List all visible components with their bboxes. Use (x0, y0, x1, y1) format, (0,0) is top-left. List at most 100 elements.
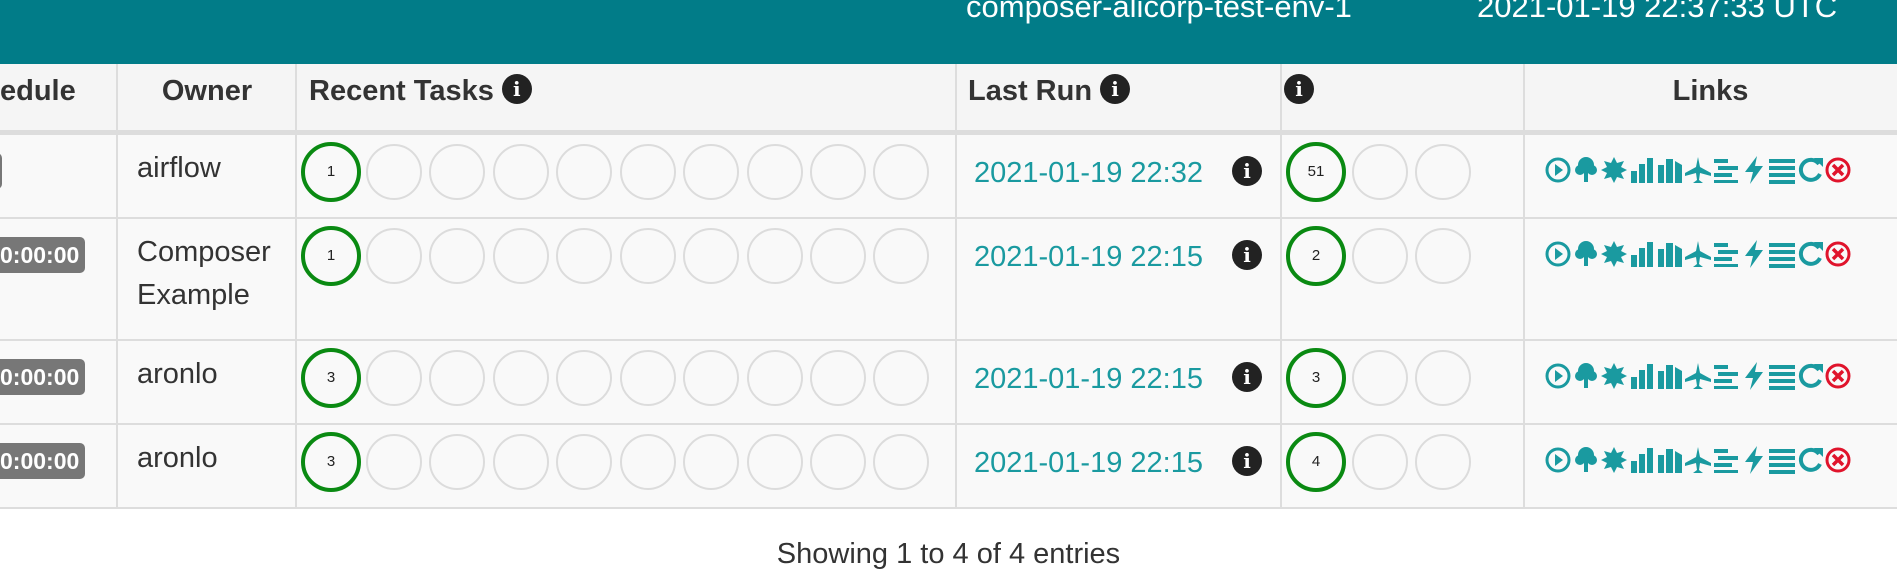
task-state-circle[interactable] (873, 434, 929, 490)
task-state-circle-success[interactable]: 3 (301, 348, 361, 408)
info-circle-icon[interactable]: i (1232, 240, 1262, 270)
task-state-circle[interactable] (556, 228, 612, 284)
task-state-circle[interactable] (683, 228, 739, 284)
task-state-circle[interactable] (683, 144, 739, 200)
task-state-circle[interactable] (366, 434, 422, 490)
schedule-column-header[interactable]: edule (0, 64, 110, 130)
dag-runs-column-header[interactable]: i (1284, 64, 1514, 130)
task-state-circle[interactable] (810, 228, 866, 284)
tries-chart-icon[interactable] (1628, 239, 1656, 269)
landing-times-icon[interactable] (1684, 445, 1712, 475)
task-state-circle[interactable] (810, 144, 866, 200)
task-state-circle[interactable] (620, 228, 676, 284)
gantt-icon[interactable] (1712, 155, 1740, 185)
recent-tasks-column-header[interactable]: Recent Tasks i (309, 64, 949, 130)
dag-run-circle[interactable] (1352, 434, 1408, 490)
trigger-dag-icon[interactable] (1544, 361, 1572, 391)
task-state-circle[interactable] (556, 434, 612, 490)
tree-view-icon[interactable] (1572, 155, 1600, 185)
info-circle-icon[interactable]: i (1100, 74, 1131, 105)
tree-view-icon[interactable] (1572, 445, 1600, 475)
refresh-icon[interactable] (1796, 239, 1824, 269)
task-state-circle[interactable] (366, 350, 422, 406)
dag-run-circle[interactable] (1415, 434, 1471, 490)
trigger-dag-icon[interactable] (1544, 445, 1572, 475)
duration-chart-icon[interactable] (1656, 361, 1684, 391)
dag-run-circle[interactable] (1352, 350, 1408, 406)
gantt-icon[interactable] (1712, 239, 1740, 269)
owner-column-header[interactable]: Owner (118, 64, 296, 130)
graph-view-icon[interactable] (1600, 361, 1628, 391)
trigger-dag-icon[interactable] (1544, 155, 1572, 185)
gantt-icon[interactable] (1712, 361, 1740, 391)
delete-icon[interactable] (1824, 239, 1852, 269)
dag-run-circle[interactable] (1352, 228, 1408, 284)
task-state-circle[interactable] (556, 144, 612, 200)
dag-run-circle[interactable] (1415, 144, 1471, 200)
duration-chart-icon[interactable] (1656, 155, 1684, 185)
tree-view-icon[interactable] (1572, 239, 1600, 269)
graph-view-icon[interactable] (1600, 155, 1628, 185)
task-state-circle[interactable] (873, 144, 929, 200)
task-state-circle[interactable] (493, 144, 549, 200)
logs-icon[interactable] (1768, 361, 1796, 391)
last-run-link[interactable]: 2021-01-19 22:32 (974, 157, 1203, 190)
dag-run-circle-success[interactable]: 2 (1286, 226, 1346, 286)
code-icon[interactable] (1740, 239, 1768, 269)
dag-run-circle[interactable] (1352, 144, 1408, 200)
last-run-column-header[interactable]: Last Run i (968, 64, 1278, 130)
task-state-circle[interactable] (683, 434, 739, 490)
graph-view-icon[interactable] (1600, 445, 1628, 475)
task-state-circle[interactable] (556, 350, 612, 406)
delete-icon[interactable] (1824, 155, 1852, 185)
task-state-circle[interactable] (810, 350, 866, 406)
task-state-circle-success[interactable]: 1 (301, 142, 361, 202)
task-state-circle[interactable] (810, 434, 866, 490)
duration-chart-icon[interactable] (1656, 445, 1684, 475)
refresh-icon[interactable] (1796, 361, 1824, 391)
landing-times-icon[interactable] (1684, 155, 1712, 185)
tries-chart-icon[interactable] (1628, 445, 1656, 475)
trigger-dag-icon[interactable] (1544, 239, 1572, 269)
code-icon[interactable] (1740, 445, 1768, 475)
code-icon[interactable] (1740, 361, 1768, 391)
info-circle-icon[interactable]: i (1232, 446, 1262, 476)
task-state-circle[interactable] (493, 350, 549, 406)
duration-chart-icon[interactable] (1656, 239, 1684, 269)
task-state-circle[interactable] (429, 350, 485, 406)
info-circle-icon[interactable]: i (1284, 74, 1314, 105)
code-icon[interactable] (1740, 155, 1768, 185)
landing-times-icon[interactable] (1684, 239, 1712, 269)
logs-icon[interactable] (1768, 239, 1796, 269)
task-state-circle[interactable] (620, 350, 676, 406)
task-state-circle[interactable] (747, 350, 803, 406)
logs-icon[interactable] (1768, 445, 1796, 475)
task-state-circle[interactable] (366, 144, 422, 200)
task-state-circle[interactable] (429, 434, 485, 490)
task-state-circle[interactable] (683, 350, 739, 406)
info-circle-icon[interactable]: i (1232, 362, 1262, 392)
info-circle-icon[interactable]: i (1232, 156, 1262, 186)
landing-times-icon[interactable] (1684, 361, 1712, 391)
tries-chart-icon[interactable] (1628, 361, 1656, 391)
delete-icon[interactable] (1824, 445, 1852, 475)
task-state-circle[interactable] (747, 228, 803, 284)
refresh-icon[interactable] (1796, 155, 1824, 185)
task-state-circle[interactable] (620, 144, 676, 200)
task-state-circle[interactable] (493, 228, 549, 284)
delete-icon[interactable] (1824, 361, 1852, 391)
dag-run-circle[interactable] (1415, 350, 1471, 406)
last-run-link[interactable]: 2021-01-19 22:15 (974, 447, 1203, 480)
task-state-circle[interactable] (873, 350, 929, 406)
task-state-circle[interactable] (620, 434, 676, 490)
info-circle-icon[interactable]: i (501, 74, 532, 105)
task-state-circle[interactable] (366, 228, 422, 284)
task-state-circle[interactable] (747, 434, 803, 490)
last-run-link[interactable]: 2021-01-19 22:15 (974, 241, 1203, 274)
task-state-circle[interactable] (493, 434, 549, 490)
task-state-circle-success[interactable]: 1 (301, 226, 361, 286)
logs-icon[interactable] (1768, 155, 1796, 185)
refresh-icon[interactable] (1796, 445, 1824, 475)
task-state-circle[interactable] (429, 228, 485, 284)
task-state-circle[interactable] (873, 228, 929, 284)
